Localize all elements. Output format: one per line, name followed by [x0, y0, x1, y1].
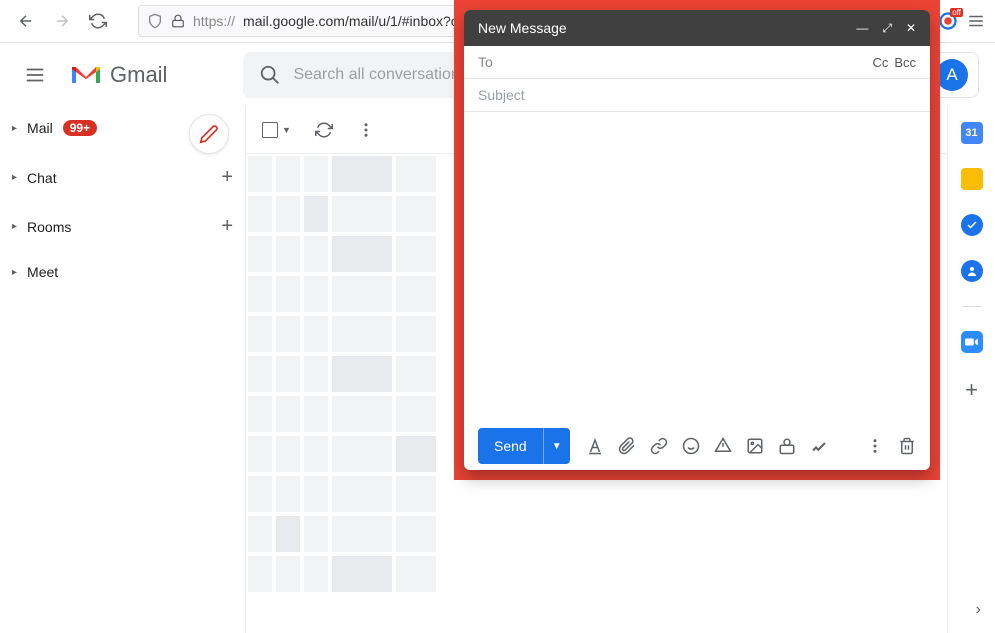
compose-title: New Message [478, 20, 567, 36]
compose-highlight: New Message — ⤢ ✕ To Cc Bcc S [454, 0, 940, 480]
sidebar-item-chat[interactable]: ▸ Chat + [0, 160, 245, 195]
compose-header[interactable]: New Message — ⤢ ✕ [464, 10, 930, 46]
refresh-button[interactable] [315, 121, 333, 139]
right-side-panel: 31 + [947, 106, 995, 633]
select-all-checkbox[interactable]: ▼ [262, 122, 291, 138]
menu-icon[interactable] [967, 12, 985, 30]
sidebar-label: Chat [27, 170, 57, 186]
more-button[interactable] [357, 121, 375, 139]
image-icon[interactable] [746, 437, 764, 455]
formatting-icon[interactable] [586, 437, 604, 455]
calendar-icon[interactable]: 31 [961, 122, 983, 144]
more-options-button[interactable] [866, 437, 884, 455]
attachment-icon[interactable] [618, 437, 636, 455]
compose-button[interactable] [189, 114, 229, 154]
discard-button[interactable] [898, 437, 916, 455]
subject-input[interactable] [478, 87, 916, 103]
sidebar-item-rooms[interactable]: ▸ Rooms + [0, 209, 245, 244]
close-button[interactable]: ✕ [906, 21, 916, 36]
chevron-right-icon: ▸ [12, 221, 17, 232]
zoom-icon[interactable] [961, 331, 983, 353]
keep-icon[interactable] [961, 168, 983, 190]
compose-window: New Message — ⤢ ✕ To Cc Bcc S [464, 10, 930, 470]
send-button[interactable]: Send ▼ [478, 428, 570, 464]
main-menu-button[interactable] [16, 56, 54, 94]
send-options-button[interactable]: ▼ [543, 428, 570, 464]
sidebar: ▸ Mail 99+ ▸ Chat + ▸ Rooms + ▸ Meet [0, 106, 245, 633]
chevron-right-icon: ▸ [12, 123, 17, 134]
shield-icon [147, 13, 163, 29]
chevron-right-icon: ▸ [12, 267, 17, 278]
forward-button[interactable] [46, 5, 78, 37]
chevron-right-icon: ▸ [12, 172, 17, 183]
reload-button[interactable] [82, 5, 114, 37]
expand-panel-button[interactable]: › [976, 601, 981, 619]
tasks-icon[interactable] [961, 214, 983, 236]
pencil-icon [199, 124, 219, 144]
divider [962, 306, 982, 307]
chevron-down-icon: ▼ [282, 125, 291, 135]
subject-field[interactable] [464, 79, 930, 112]
back-button[interactable] [10, 5, 42, 37]
app-name: Gmail [110, 62, 167, 88]
compose-footer: Send ▼ [464, 422, 930, 470]
link-icon[interactable] [650, 437, 668, 455]
gmail-icon [70, 63, 102, 87]
signature-icon[interactable] [810, 437, 828, 455]
add-chat-button[interactable]: + [221, 166, 233, 189]
extension-off-icon[interactable]: off [939, 12, 957, 30]
compose-body[interactable] [464, 112, 930, 422]
contacts-icon[interactable] [961, 260, 983, 282]
url-https: https:// [193, 13, 235, 29]
to-label: To [478, 54, 493, 70]
sidebar-item-meet[interactable]: ▸ Meet [0, 258, 245, 286]
confidential-icon[interactable] [778, 437, 796, 455]
search-icon [259, 64, 281, 86]
sidebar-label: Mail [27, 120, 53, 136]
unread-badge: 99+ [63, 120, 97, 136]
lock-icon [171, 14, 185, 28]
cc-button[interactable]: Cc [872, 55, 888, 70]
drive-icon[interactable] [714, 437, 732, 455]
to-field[interactable]: To Cc Bcc [464, 46, 930, 79]
emoji-icon[interactable] [682, 437, 700, 455]
minimize-button[interactable]: — [856, 21, 868, 36]
add-room-button[interactable]: + [221, 215, 233, 238]
gmail-logo[interactable]: Gmail [70, 62, 167, 88]
avatar[interactable]: A [936, 59, 968, 91]
add-addon-button[interactable]: + [965, 377, 978, 403]
bcc-button[interactable]: Bcc [894, 55, 916, 70]
sidebar-label: Rooms [27, 219, 71, 235]
sidebar-label: Meet [27, 264, 58, 280]
expand-button[interactable]: ⤢ [882, 21, 892, 36]
